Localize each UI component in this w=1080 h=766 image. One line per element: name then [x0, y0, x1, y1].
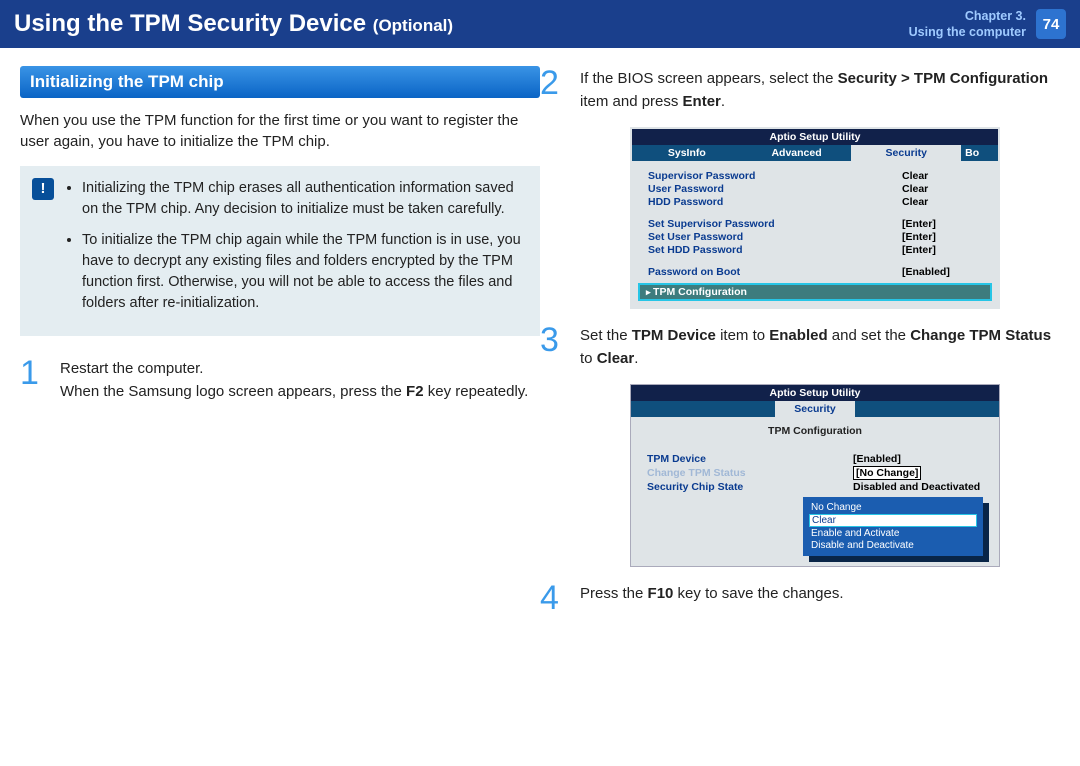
bios-row: User PasswordClear	[648, 183, 982, 195]
step-body: Set the TPM Device item to Enabled and s…	[580, 323, 1060, 370]
step1-line1: Restart the computer.	[60, 358, 540, 381]
note-item-1: Initializing the TPM chip erases all aut…	[82, 178, 526, 220]
chapter-line2: Using the computer	[909, 24, 1026, 40]
note-item-2: To initialize the TPM chip again while t…	[82, 230, 526, 314]
bios2-title: Aptio Setup Utility	[631, 385, 999, 401]
bios-row: Set User Password[Enter]	[648, 231, 982, 243]
page-header: Using the TPM Security Device (Optional)…	[0, 0, 1080, 48]
bios2-tab-active: Security	[775, 401, 855, 417]
popup-option: Enable and Activate	[809, 528, 977, 539]
step-1: 1 Restart the computer. When the Samsung…	[20, 356, 540, 403]
step1-line2: When the Samsung logo screen appears, pr…	[60, 381, 540, 404]
section-heading: Initializing the TPM chip	[20, 66, 540, 98]
step-body: If the BIOS screen appears, select the S…	[580, 66, 1060, 113]
step-number: 2	[540, 66, 574, 113]
bios2-popup: No ChangeClearEnable and ActivateDisable…	[803, 497, 983, 556]
bios2-row: Change TPM Status[No Change]	[631, 467, 999, 479]
bios-tab: SysInfo	[632, 145, 742, 161]
bios-tab: Bo	[961, 145, 998, 161]
step-number: 3	[540, 323, 574, 370]
note-box: ! Initializing the TPM chip erases all a…	[20, 166, 540, 336]
bios2-cfg-title: TPM Configuration	[631, 417, 999, 451]
page-title: Using the TPM Security Device (Optional)	[14, 10, 453, 38]
bios-tab-active: Security	[851, 145, 961, 161]
step-body: Press the F10 key to save the changes.	[580, 581, 1060, 615]
content: Initializing the TPM chip When you use t…	[0, 48, 1080, 629]
header-right: Chapter 3. Using the computer 74	[909, 8, 1066, 41]
chapter-label: Chapter 3. Using the computer	[909, 8, 1026, 41]
step-4: 4 Press the F10 key to save the changes.	[540, 581, 1060, 615]
bios-row: Set HDD Password[Enter]	[648, 244, 982, 256]
step-2: 2 If the BIOS screen appears, select the…	[540, 66, 1060, 113]
bios2-row: TPM Device[Enabled]	[631, 453, 999, 465]
step-number: 4	[540, 581, 574, 615]
bios-body: Supervisor PasswordClearUser PasswordCle…	[632, 161, 998, 283]
bios-row: HDD PasswordClear	[648, 196, 982, 208]
popup-option: Clear	[809, 514, 977, 527]
title-main: Using the TPM Security Device	[14, 10, 366, 37]
step-3: 3 Set the TPM Device item to Enabled and…	[540, 323, 1060, 370]
bios-tab: Advanced	[742, 145, 852, 161]
alert-icon: !	[32, 178, 54, 200]
bios-row: Supervisor PasswordClear	[648, 170, 982, 182]
bios2-row: Security Chip StateDisabled and Deactiva…	[631, 481, 999, 493]
intro-text: When you use the TPM function for the fi…	[20, 110, 540, 152]
bios2-tabs: Security	[631, 401, 999, 417]
popup-option: Disable and Deactivate	[809, 540, 977, 551]
bios-screenshot-2: Aptio Setup Utility Security TPM Configu…	[630, 384, 1000, 567]
title-sub: (Optional)	[373, 16, 453, 35]
step-body: Restart the computer. When the Samsung l…	[60, 356, 540, 403]
left-column: Initializing the TPM chip When you use t…	[20, 66, 540, 629]
bios-row: Set Supervisor Password[Enter]	[648, 218, 982, 230]
step-number: 1	[20, 356, 54, 403]
bios-tabs: SysInfo Advanced Security Bo	[632, 145, 998, 161]
page-number-badge: 74	[1036, 9, 1066, 39]
bios-highlight: TPM Configuration	[638, 283, 992, 301]
bios-screenshot-1: Aptio Setup Utility SysInfo Advanced Sec…	[630, 127, 1000, 309]
chapter-line1: Chapter 3.	[909, 8, 1026, 24]
right-column: 2 If the BIOS screen appears, select the…	[540, 66, 1060, 629]
bios-row: Password on Boot[Enabled]	[648, 266, 982, 278]
bios-title: Aptio Setup Utility	[632, 129, 998, 145]
popup-option: No Change	[809, 502, 977, 513]
